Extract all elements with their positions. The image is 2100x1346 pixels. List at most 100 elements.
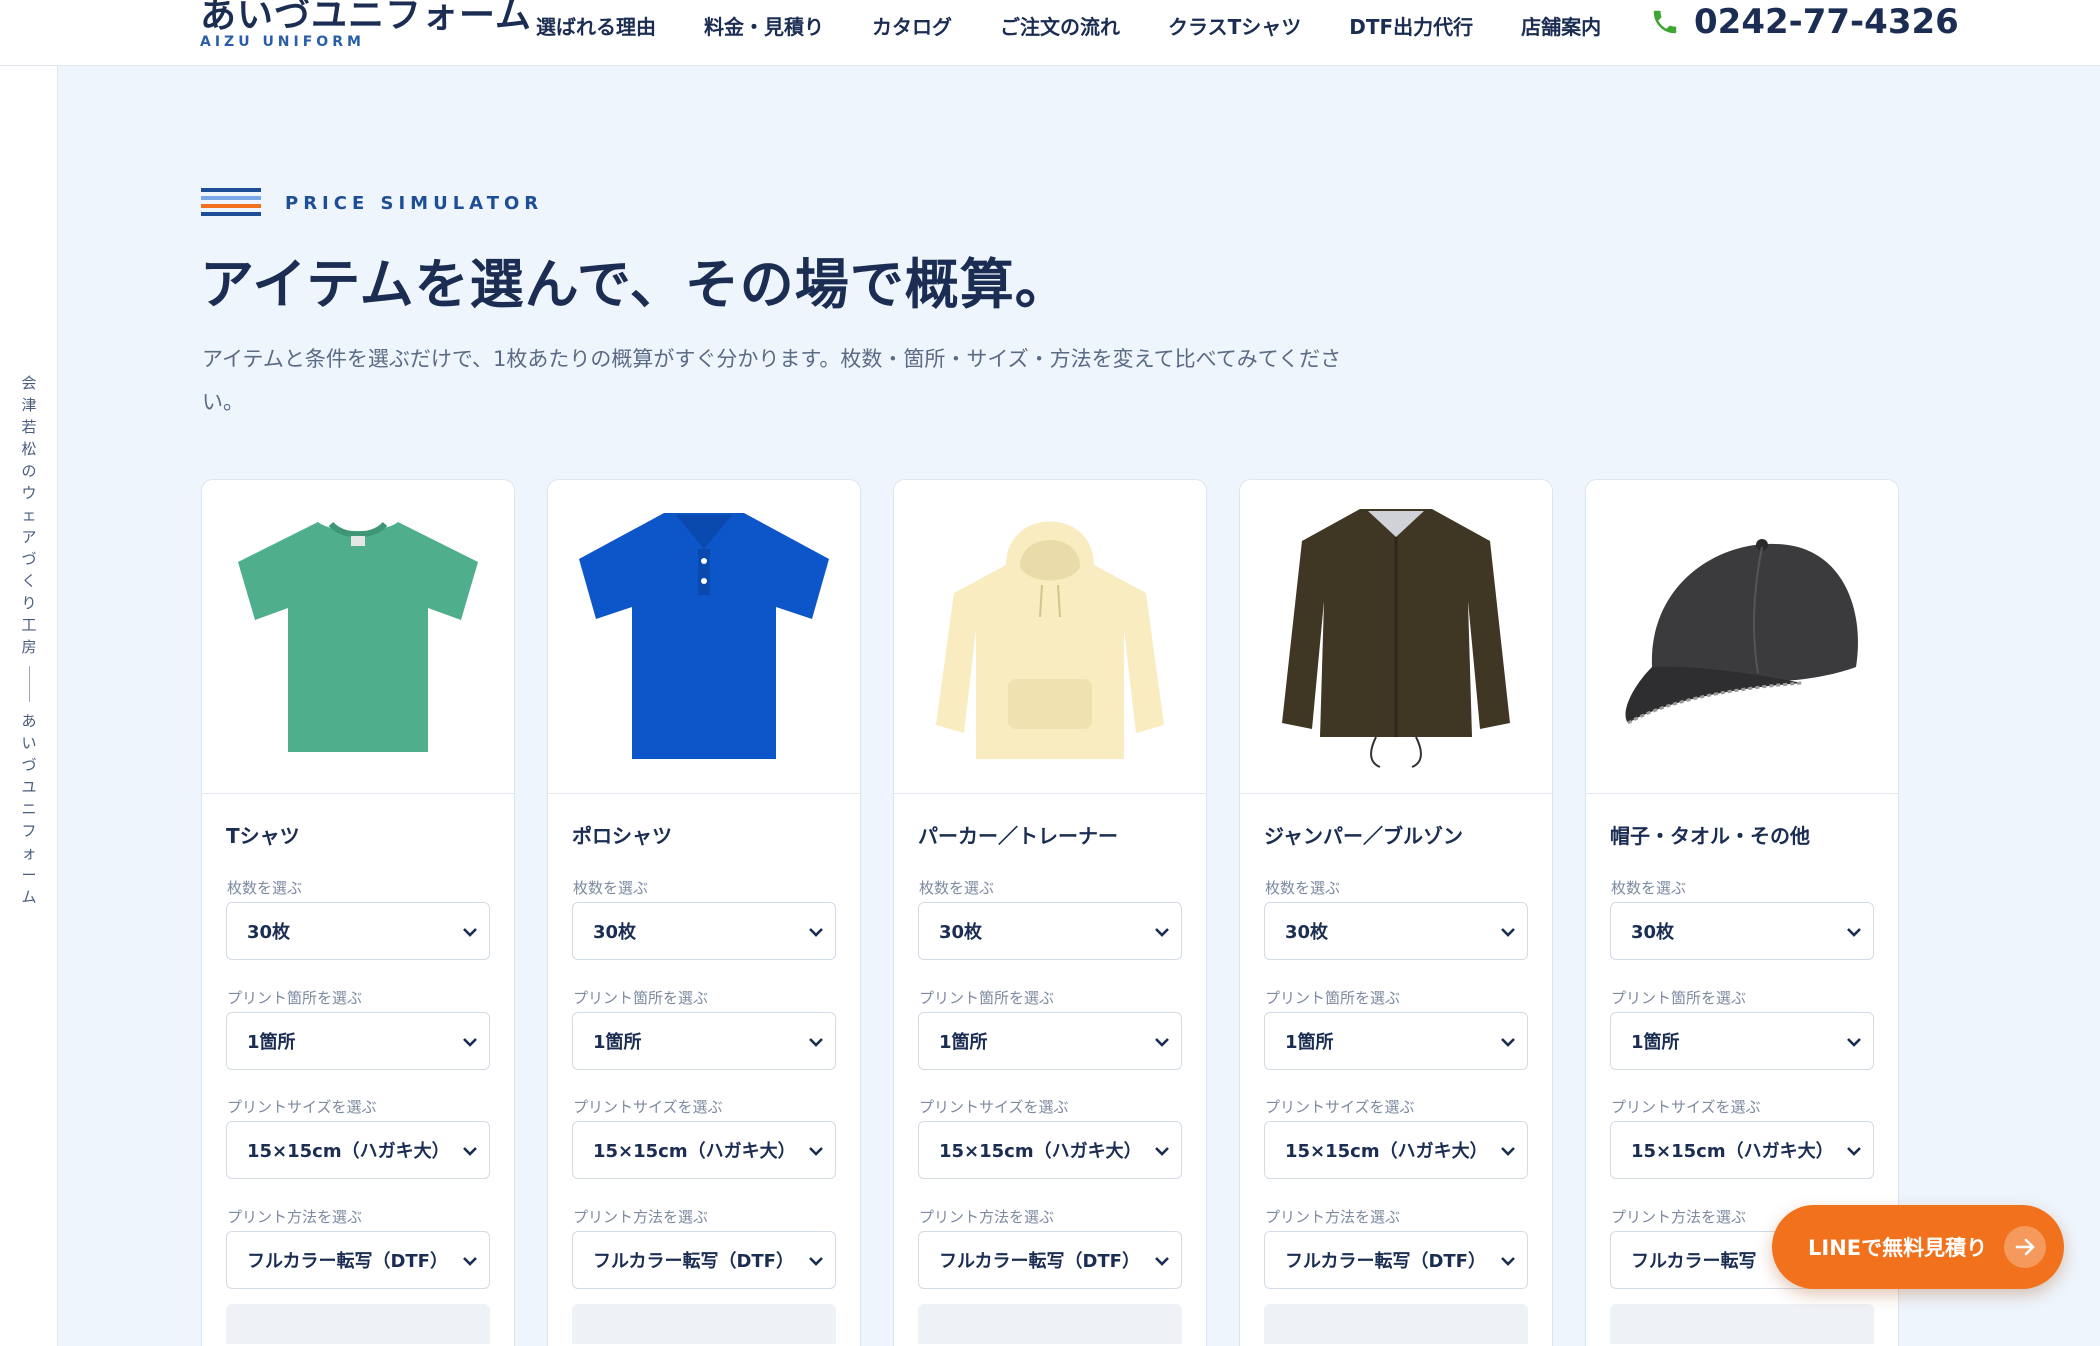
item-card-polo: ポロシャツ 枚数を選ぶ 30枚 プリント箇所を選ぶ 1箇所 プリントサイズを選ぶ…	[547, 479, 861, 1346]
quantity-select[interactable]: 30枚	[1610, 902, 1874, 960]
chevron-down-icon	[1501, 928, 1515, 937]
size-label: プリントサイズを選ぶ	[1265, 1098, 1415, 1116]
phone-number: 0242-77-4326	[1694, 2, 1959, 42]
card-title: Tシャツ	[226, 824, 300, 848]
select-value: 30枚	[939, 922, 983, 943]
quantity-select[interactable]: 30枚	[1264, 902, 1528, 960]
jacket-image	[1282, 508, 1510, 768]
card-title: 帽子・タオル・その他	[1610, 824, 1810, 848]
side-rail: 会津若松のウェアづくり工房 あいづユニフォーム	[0, 66, 58, 1346]
card-title: パーカー／トレーナー	[918, 824, 1118, 848]
size-select[interactable]: 15×15cm（ハガキ大）	[1610, 1121, 1874, 1179]
location-select[interactable]: 1箇所	[1264, 1012, 1528, 1070]
method-select[interactable]: フルカラー転写（DTF）	[226, 1231, 490, 1289]
card-result-area	[572, 1304, 836, 1344]
stripes-icon	[201, 188, 261, 216]
quantity-select[interactable]: 30枚	[226, 902, 490, 960]
item-card-jacket: ジャンパー／ブルゾン 枚数を選ぶ 30枚 プリント箇所を選ぶ 1箇所 プリントサ…	[1239, 479, 1553, 1346]
size-label: プリントサイズを選ぶ	[227, 1098, 377, 1116]
size-select[interactable]: 15×15cm（ハガキ大）	[1264, 1121, 1528, 1179]
select-value: 30枚	[1631, 922, 1675, 943]
section-title: アイテムを選んで、その場で概算。	[200, 253, 1070, 316]
section-lead: アイテムと条件を選ぶだけで、1枚あたりの概算がすぐ分かります。枚数・箇所・サイズ…	[202, 347, 1342, 414]
chevron-down-icon	[809, 1147, 823, 1156]
chevron-down-icon	[1501, 1038, 1515, 1047]
select-value: 1箇所	[1285, 1032, 1334, 1053]
select-value: 15×15cm（ハガキ大）	[247, 1141, 450, 1162]
quantity-label: 枚数を選ぶ	[1611, 879, 1687, 897]
select-value: 30枚	[1285, 922, 1329, 943]
select-value: 30枚	[247, 922, 291, 943]
select-value: フルカラー転写（DTF）	[247, 1251, 448, 1272]
select-value: 1箇所	[939, 1032, 988, 1053]
chevron-down-icon	[1501, 1257, 1515, 1266]
location-select[interactable]: 1箇所	[226, 1012, 490, 1070]
nav-dtf-service[interactable]: DTF出力代行	[1349, 11, 1473, 40]
line-estimate-button[interactable]: LINEで無料見積り	[1772, 1205, 2064, 1289]
nav-reasons[interactable]: 選ばれる理由	[536, 11, 656, 40]
nav-pricing[interactable]: 料金・見積り	[704, 11, 824, 40]
nav-class-tshirt[interactable]: クラスTシャツ	[1168, 11, 1301, 40]
section-eyebrow: PRICE SIMULATOR	[201, 188, 543, 218]
size-select[interactable]: 15×15cm（ハガキ大）	[918, 1121, 1182, 1179]
quantity-label: 枚数を選ぶ	[919, 879, 995, 897]
card-image-area[interactable]	[548, 480, 860, 794]
method-select[interactable]: フルカラー転写（DTF）	[918, 1231, 1182, 1289]
card-image-area[interactable]	[1240, 480, 1552, 794]
method-select[interactable]: フルカラー転写（DTF）	[1264, 1231, 1528, 1289]
item-card-hoodie: パーカー／トレーナー 枚数を選ぶ 30枚 プリント箇所を選ぶ 1箇所 プリントサ…	[893, 479, 1207, 1346]
chevron-down-icon	[463, 1147, 477, 1156]
select-value: 15×15cm（ハガキ大）	[939, 1141, 1142, 1162]
location-select[interactable]: 1箇所	[572, 1012, 836, 1070]
chevron-down-icon	[1847, 1147, 1861, 1156]
side-vertical-text: 会津若松のウェアづくり工房 あいづユニフォーム	[18, 372, 40, 908]
chevron-down-icon	[1847, 928, 1861, 937]
line-button-label: LINEで無料見積り	[1808, 1236, 1988, 1260]
card-result-area	[226, 1304, 490, 1344]
method-label: プリント方法を選ぶ	[919, 1208, 1055, 1226]
method-select[interactable]: フルカラー転写（DTF）	[572, 1231, 836, 1289]
location-select[interactable]: 1箇所	[918, 1012, 1182, 1070]
nav-catalog[interactable]: カタログ	[872, 11, 952, 40]
site-header: あいづユニフォーム AIZU UNIFORM 選ばれる理由 料金・見積り カタロ…	[0, 0, 2100, 66]
select-value: 15×15cm（ハガキ大）	[1285, 1141, 1488, 1162]
chevron-down-icon	[463, 1257, 477, 1266]
site-logo[interactable]: あいづユニフォーム AIZU UNIFORM	[200, 0, 532, 50]
chevron-down-icon	[809, 1257, 823, 1266]
method-label: プリント方法を選ぶ	[227, 1208, 363, 1226]
location-select[interactable]: 1箇所	[1610, 1012, 1874, 1070]
select-value: フルカラー転写（DTF）	[593, 1251, 794, 1272]
quantity-select[interactable]: 30枚	[918, 902, 1182, 960]
location-label: プリント箇所を選ぶ	[919, 989, 1055, 1007]
polo-shirt-image	[579, 512, 829, 759]
location-label: プリント箇所を選ぶ	[1265, 989, 1401, 1007]
chevron-down-icon	[1155, 1257, 1169, 1266]
size-label: プリントサイズを選ぶ	[919, 1098, 1069, 1116]
chevron-down-icon	[1155, 928, 1169, 937]
select-value: フルカラー転写（DTF）	[1285, 1251, 1486, 1272]
select-value: 1箇所	[247, 1032, 296, 1053]
size-select[interactable]: 15×15cm（ハガキ大）	[226, 1121, 490, 1179]
size-label: プリントサイズを選ぶ	[1611, 1098, 1761, 1116]
card-image-area[interactable]	[1586, 480, 1898, 794]
card-result-area	[918, 1304, 1182, 1344]
main-nav: 選ばれる理由 料金・見積り カタログ ご注文の流れ クラスTシャツ DTF出力代…	[536, 10, 1649, 40]
chevron-down-icon	[463, 928, 477, 937]
quantity-select[interactable]: 30枚	[572, 902, 836, 960]
phone-link[interactable]: 0242-77-4326	[1650, 2, 1959, 42]
chevron-down-icon	[463, 1038, 477, 1047]
card-title: ジャンパー／ブルゾン	[1264, 824, 1463, 848]
nav-store-info[interactable]: 店舗案内	[1521, 11, 1601, 40]
select-value: フルカラー転写（DTF）	[939, 1251, 1140, 1272]
card-image-area[interactable]	[202, 480, 514, 794]
cap-image	[1625, 538, 1858, 724]
size-select[interactable]: 15×15cm（ハガキ大）	[572, 1121, 836, 1179]
tshirt-image	[238, 521, 478, 752]
arrow-right-icon	[2004, 1226, 2046, 1268]
select-value: 1箇所	[1631, 1032, 1680, 1053]
nav-order-flow[interactable]: ご注文の流れ	[1000, 11, 1120, 40]
chevron-down-icon	[1155, 1147, 1169, 1156]
card-result-area	[1264, 1304, 1528, 1344]
card-image-area[interactable]	[894, 480, 1206, 794]
location-label: プリント箇所を選ぶ	[1611, 989, 1747, 1007]
